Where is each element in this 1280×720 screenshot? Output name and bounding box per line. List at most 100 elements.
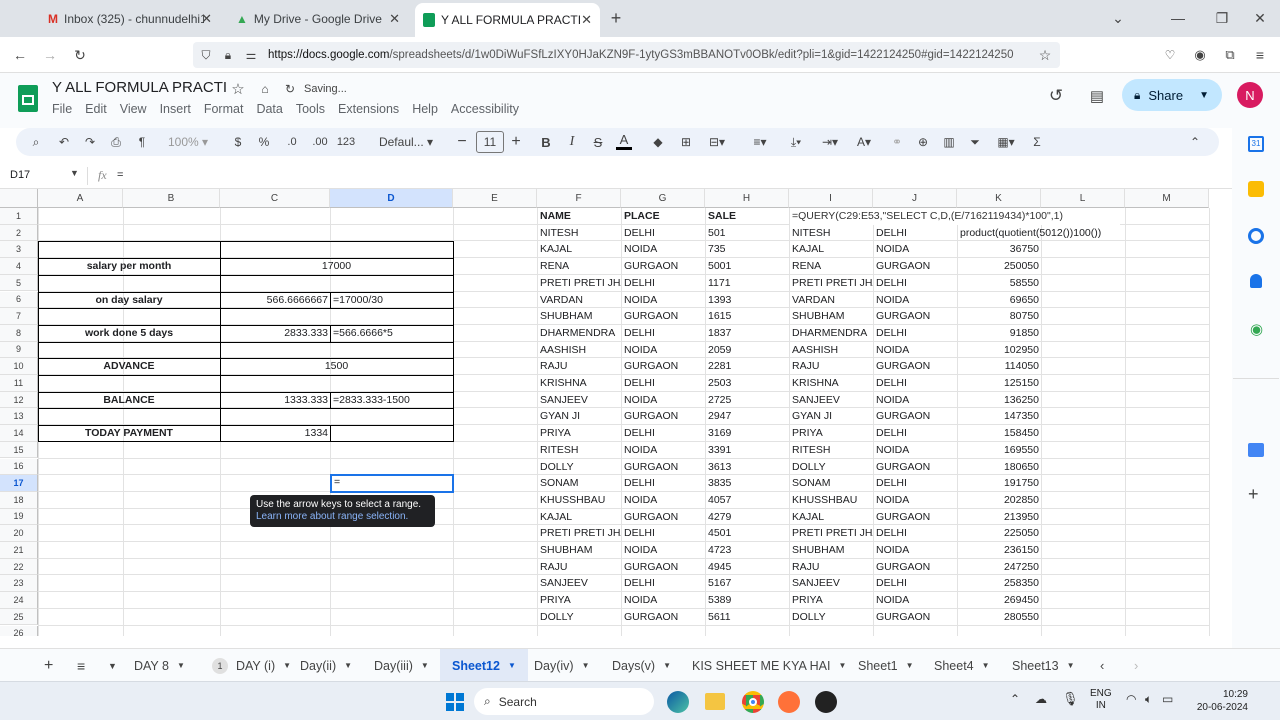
filter-icon[interactable]: ⏷ — [966, 132, 984, 152]
battery-icon[interactable]: ▭ — [1162, 692, 1173, 706]
increase-decimal-button[interactable]: .00 — [308, 132, 332, 152]
edge-icon[interactable] — [667, 691, 689, 713]
column-header-c[interactable]: C — [220, 189, 330, 208]
fill-color-icon[interactable]: ◆ — [650, 132, 666, 152]
sheet-tab-chevron-icon[interactable]: ▼ — [982, 661, 990, 670]
name-box[interactable]: D17 — [10, 169, 30, 181]
contacts-icon[interactable] — [1250, 274, 1262, 288]
paint-format-icon[interactable]: ¶ — [132, 132, 152, 152]
more-formats-button[interactable]: 123 — [334, 132, 358, 152]
column-header-b[interactable]: B — [123, 189, 220, 208]
cloud-icon[interactable]: ☁ — [1035, 692, 1047, 706]
sheets-logo-icon[interactable] — [18, 85, 38, 112]
sheet-tab-chevron-icon[interactable]: ▼ — [177, 661, 185, 670]
menu-accessibility[interactable]: Accessibility — [451, 102, 519, 116]
row-header-12[interactable]: 12 — [0, 391, 38, 409]
sheet-tab-chevron-icon[interactable]: ▼ — [582, 661, 590, 670]
row-header-20[interactable]: 20 — [0, 525, 38, 542]
filter-views-icon[interactable]: ▦▾ — [992, 132, 1020, 152]
column-header-k[interactable]: K — [957, 189, 1041, 208]
row-header-11[interactable]: 11 — [0, 375, 38, 392]
row-header-19[interactable]: 19 — [0, 508, 38, 526]
wifi-icon[interactable]: ◠ — [1126, 692, 1136, 706]
avatar[interactable]: N — [1237, 82, 1263, 108]
row-header-23[interactable]: 23 — [0, 575, 38, 593]
language-indicator[interactable]: ENG IN — [1090, 688, 1112, 712]
align-left-icon[interactable]: ≡▾ — [746, 132, 774, 152]
menu-data[interactable]: Data — [256, 102, 282, 116]
row-header-2[interactable]: 2 — [0, 224, 38, 242]
row-header-8[interactable]: 8 — [0, 324, 38, 342]
document-title[interactable]: Y ALL FORMULA PRACTI — [52, 79, 227, 96]
chrome-icon[interactable] — [742, 691, 764, 713]
italic-icon[interactable]: I — [564, 132, 580, 152]
sheet-list-chevron-icon[interactable]: ▼ — [108, 649, 117, 682]
spreadsheet-grid[interactable]: A B C D E F G H I J K L M 1 2 3 4 5 6 7 8 9 10 11 12 13 14 15 16 17 18… — [0, 189, 1232, 636]
row-header-24[interactable]: 24 — [0, 592, 38, 609]
sheet-tab[interactable]: Days(v) ▼ — [600, 649, 683, 682]
row-header-18[interactable]: 18 — [0, 491, 38, 509]
zoom-select[interactable]: 100% ▾ — [160, 132, 216, 152]
menu-icon[interactable]: ≡ — [1250, 45, 1270, 65]
learn-more-link[interactable]: Learn more about range selection. — [256, 511, 429, 523]
tasks-icon[interactable] — [1248, 228, 1264, 244]
sheet-tab-chevron-icon[interactable]: ▼ — [421, 661, 429, 670]
sheet-tab-chevron-icon[interactable]: ▼ — [663, 661, 671, 670]
functions-icon[interactable]: Σ — [1028, 132, 1046, 152]
browser-tab-sheets[interactable]: Y ALL FORMULA PRACTI - Goog ✕ — [415, 3, 600, 37]
sheet-tab[interactable]: DAY 8 ▼ — [122, 649, 197, 682]
close-tab-icon[interactable]: ✕ — [389, 11, 400, 27]
insert-chart-icon[interactable]: ▥ — [940, 132, 958, 152]
bold-icon[interactable]: B — [538, 132, 554, 152]
vertical-align-icon[interactable]: ⤓▾ — [782, 132, 810, 152]
insert-comment-icon[interactable]: ⊕ — [914, 132, 932, 152]
maps-icon[interactable]: ◉ — [1250, 320, 1263, 338]
close-tab-icon[interactable]: ✕ — [201, 11, 212, 27]
permissions-icon[interactable]: ⚌ — [243, 47, 259, 63]
column-header-m[interactable]: M — [1125, 189, 1209, 208]
minimize-icon[interactable]: — — [1168, 8, 1188, 28]
menu-extensions[interactable]: Extensions — [338, 102, 399, 116]
forward-icon[interactable]: → — [40, 45, 60, 65]
font-size-increase-icon[interactable]: + — [508, 132, 524, 152]
menu-edit[interactable]: Edit — [85, 102, 107, 116]
font-size-input[interactable]: 11 — [476, 131, 504, 153]
row-header-6[interactable]: 6 — [0, 291, 38, 309]
extensions-icon[interactable]: ⧉ — [1220, 45, 1240, 65]
column-header-h[interactable]: H — [705, 189, 789, 208]
add-on-icon[interactable] — [1248, 443, 1264, 457]
scroll-right-icon[interactable]: › — [1134, 649, 1138, 682]
close-tab-icon[interactable]: ✕ — [581, 12, 592, 28]
row-header-1[interactable]: 1 — [0, 208, 38, 225]
lock-icon[interactable]: 🔒︎ — [220, 47, 236, 63]
row-header-7[interactable]: 7 — [0, 308, 38, 325]
row-header-14[interactable]: 14 — [0, 425, 38, 442]
show-hidden-icons-icon[interactable]: ⌃ — [1010, 692, 1020, 706]
clock[interactable]: 10:29 20-06-2024 — [1190, 688, 1248, 714]
menu-help[interactable]: Help — [412, 102, 438, 116]
link-icon[interactable]: ⚭ — [888, 132, 906, 152]
file-explorer-icon[interactable] — [705, 693, 725, 710]
sheet-tab-chevron-icon[interactable]: ▼ — [344, 661, 352, 670]
sheet-tab[interactable]: Sheet4 ▼ — [922, 649, 1002, 682]
currency-button[interactable]: $ — [230, 132, 246, 152]
text-color-icon[interactable]: A — [616, 132, 632, 150]
search-menus-icon[interactable]: ⌕ — [26, 132, 46, 152]
new-tab-icon[interactable]: + — [606, 8, 626, 28]
sheet-tab[interactable]: KIS SHEET ME KYA HAI ▼ — [680, 649, 858, 682]
decrease-decimal-button[interactable]: .0 — [282, 132, 302, 152]
pocket-icon[interactable]: ♡ — [1160, 45, 1180, 65]
column-header-d[interactable]: D — [330, 189, 453, 208]
sheet-tab[interactable]: Sheet13 ▼ — [1000, 649, 1087, 682]
windows-start-icon[interactable] — [446, 693, 464, 711]
merge-cells-icon[interactable]: ⊟▾ — [704, 132, 730, 152]
row-header-15[interactable]: 15 — [0, 441, 38, 459]
row-header-26[interactable]: 26 — [0, 625, 38, 636]
calendar-icon[interactable]: 31 — [1248, 136, 1264, 152]
text-wrap-icon[interactable]: ⇥▾ — [816, 132, 844, 152]
select-all-corner[interactable] — [0, 189, 38, 208]
recorder-app-icon[interactable] — [815, 691, 837, 713]
tab-list-chevron-icon[interactable]: ⌄ — [1108, 8, 1128, 28]
row-header-3[interactable]: 3 — [0, 241, 38, 259]
row-header-17[interactable]: 17 — [0, 475, 38, 492]
